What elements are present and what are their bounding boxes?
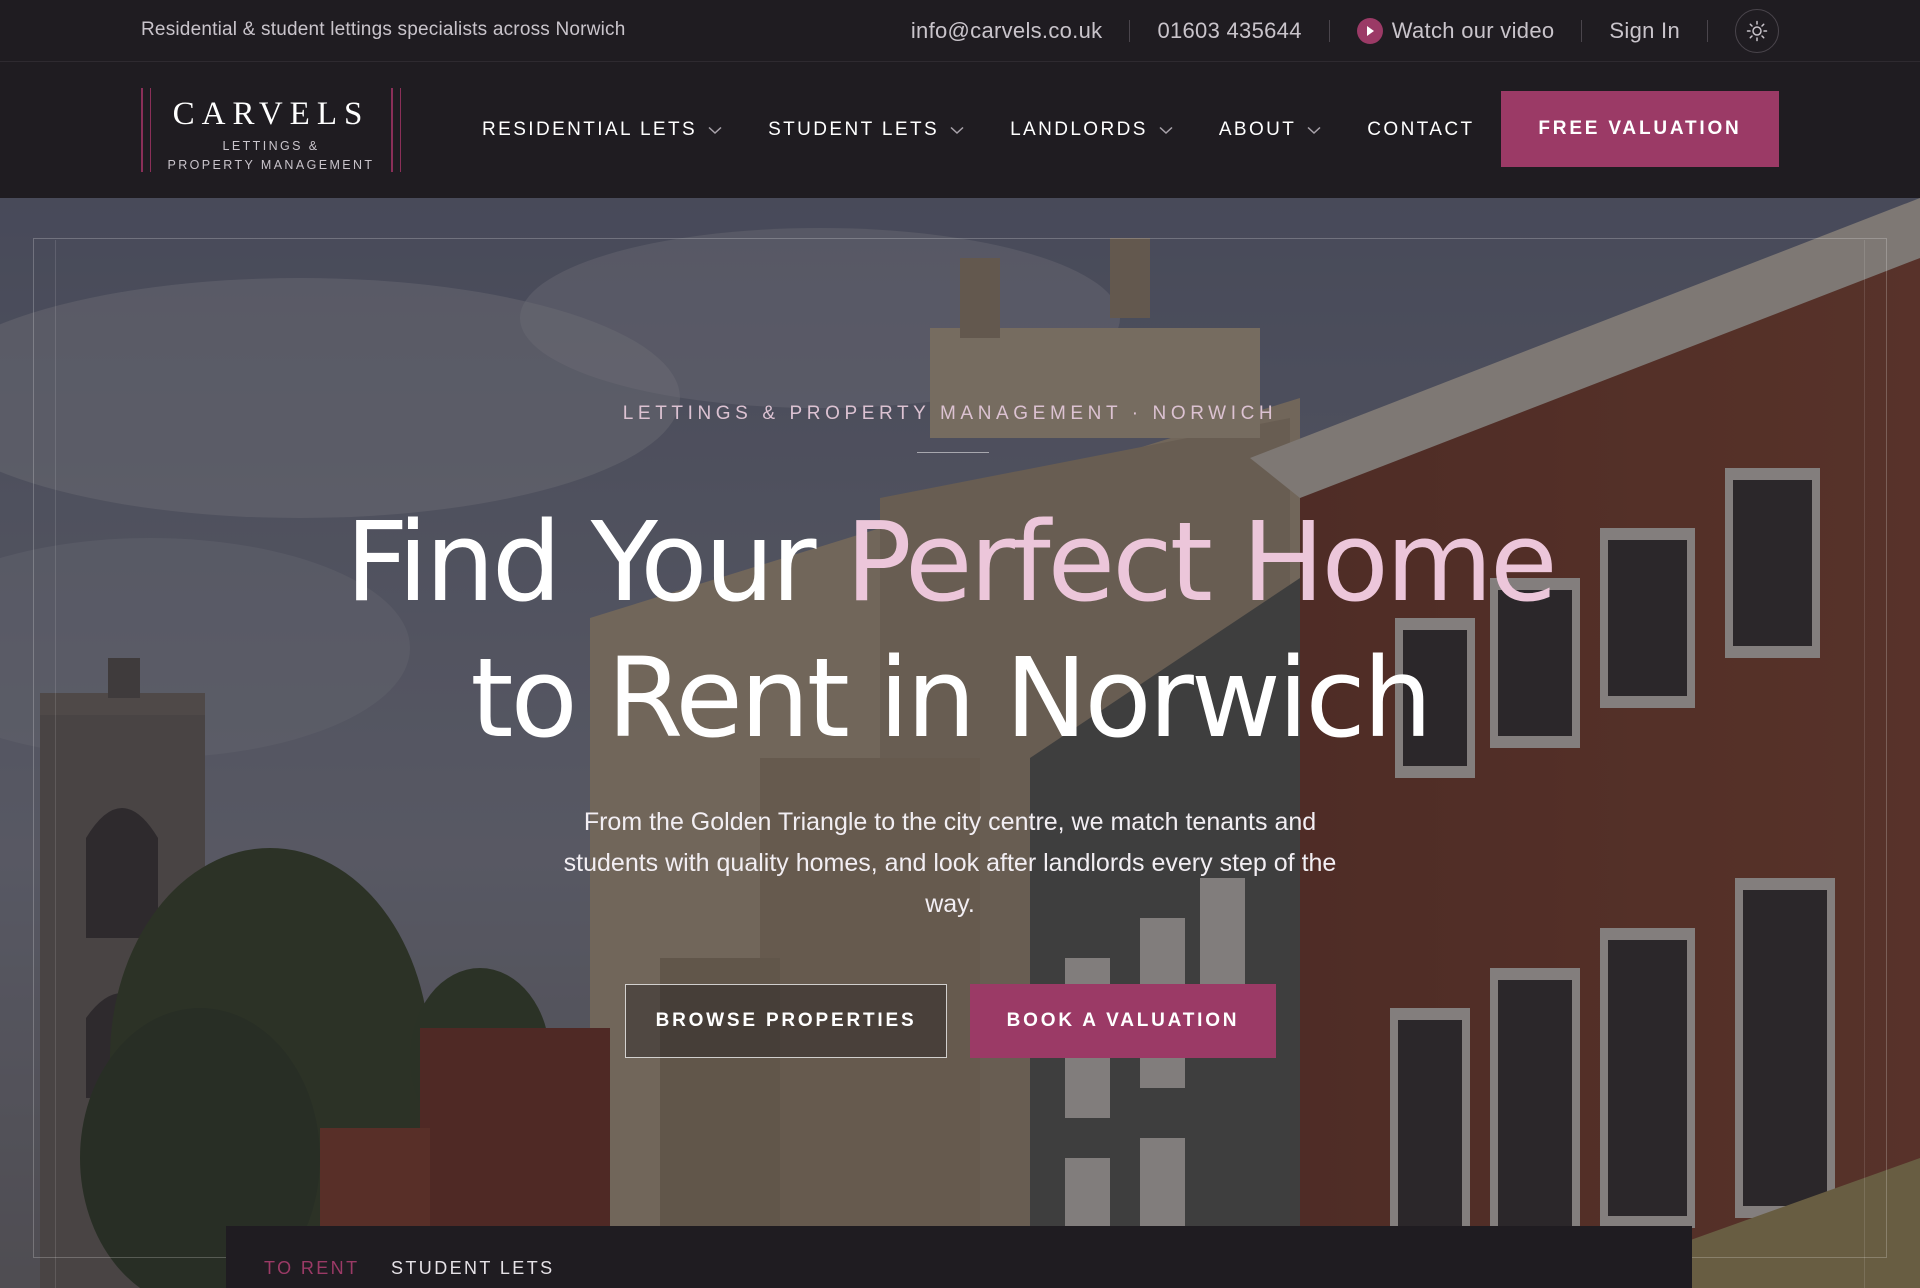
nav-label: ABOUT (1218, 119, 1297, 140)
nav-landlords[interactable]: LANDLORDS (1010, 119, 1173, 141)
main-header: CARVELS LETTINGS & PROPERTY MANAGEMENT R… (0, 62, 1920, 198)
sign-in-link[interactable]: Sign In (1609, 18, 1680, 44)
hero-eyebrow-rule (917, 452, 989, 453)
logo-subline-2: PROPERTY MANAGEMENT (167, 158, 375, 172)
email-link[interactable]: info@carvels.co.uk (911, 18, 1103, 44)
logo-brand: CARVELS (172, 96, 370, 132)
tab-student-lets[interactable]: STUDENT LETS (391, 1258, 555, 1279)
browse-properties-button[interactable]: BROWSE PROPERTIES (625, 984, 947, 1058)
play-icon (1356, 18, 1383, 44)
headline-part-1: Find Your (345, 498, 846, 626)
hero-eyebrow: LETTINGS & PROPERTY MANAGEMENT · NORWICH (622, 403, 1278, 424)
hero: LETTINGS & PROPERTY MANAGEMENT · NORWICH… (0, 198, 1920, 1288)
headline-part-2: to Rent in Norwich (470, 634, 1432, 762)
property-search-panel: TO RENT STUDENT LETS (226, 1226, 1692, 1288)
nav-contact[interactable]: CONTACT (1367, 119, 1474, 141)
nav-student-lets[interactable]: STUDENT LETS (768, 119, 964, 141)
divider (1328, 20, 1330, 42)
chevron-down-icon (1307, 126, 1321, 134)
hero-headline: Find Your Perfect Home to Rent in Norwic… (0, 494, 1900, 766)
nav-residential-lets[interactable]: RESIDENTIAL LETS (482, 119, 722, 141)
divider (1129, 20, 1131, 42)
divider (1581, 20, 1583, 42)
watch-video-link[interactable]: Watch our video (1356, 18, 1555, 44)
chevron-down-icon (708, 126, 722, 134)
top-bar-tagline: Residential & student lettings specialis… (141, 19, 626, 40)
main-nav: RESIDENTIAL LETS STUDENT LETS LANDLORDS … (482, 62, 1520, 198)
headline-accent: Perfect Home (845, 498, 1558, 626)
top-bar-links: info@carvels.co.uk 01603 435644 Watch ou… (911, 0, 1779, 62)
divider (1707, 20, 1708, 42)
hero-lede: From the Golden Triangle to the city cen… (563, 808, 1337, 918)
nav-label: CONTACT (1367, 119, 1475, 140)
top-bar: Residential & student lettings specialis… (0, 0, 1920, 62)
chevron-down-icon (1159, 126, 1173, 134)
tab-to-rent[interactable]: TO RENT (264, 1258, 359, 1279)
free-valuation-button[interactable]: FREE VALUATION (1501, 91, 1779, 167)
site-logo[interactable]: CARVELS LETTINGS & PROPERTY MANAGEMENT (141, 88, 401, 172)
phone-link[interactable]: 01603 435644 (1157, 18, 1301, 44)
book-valuation-button[interactable]: BOOK A VALUATION (970, 984, 1276, 1058)
nav-label: RESIDENTIAL LETS (482, 119, 698, 140)
logo-subline-1: LETTINGS & (222, 139, 320, 153)
nav-label: LANDLORDS (1010, 119, 1148, 140)
chevron-down-icon (950, 126, 964, 134)
sun-icon (1746, 20, 1768, 42)
nav-about[interactable]: ABOUT (1219, 119, 1321, 141)
watch-video-label: Watch our video (1391, 18, 1555, 43)
theme-toggle-button[interactable] (1735, 9, 1779, 53)
nav-label: STUDENT LETS (768, 119, 940, 140)
